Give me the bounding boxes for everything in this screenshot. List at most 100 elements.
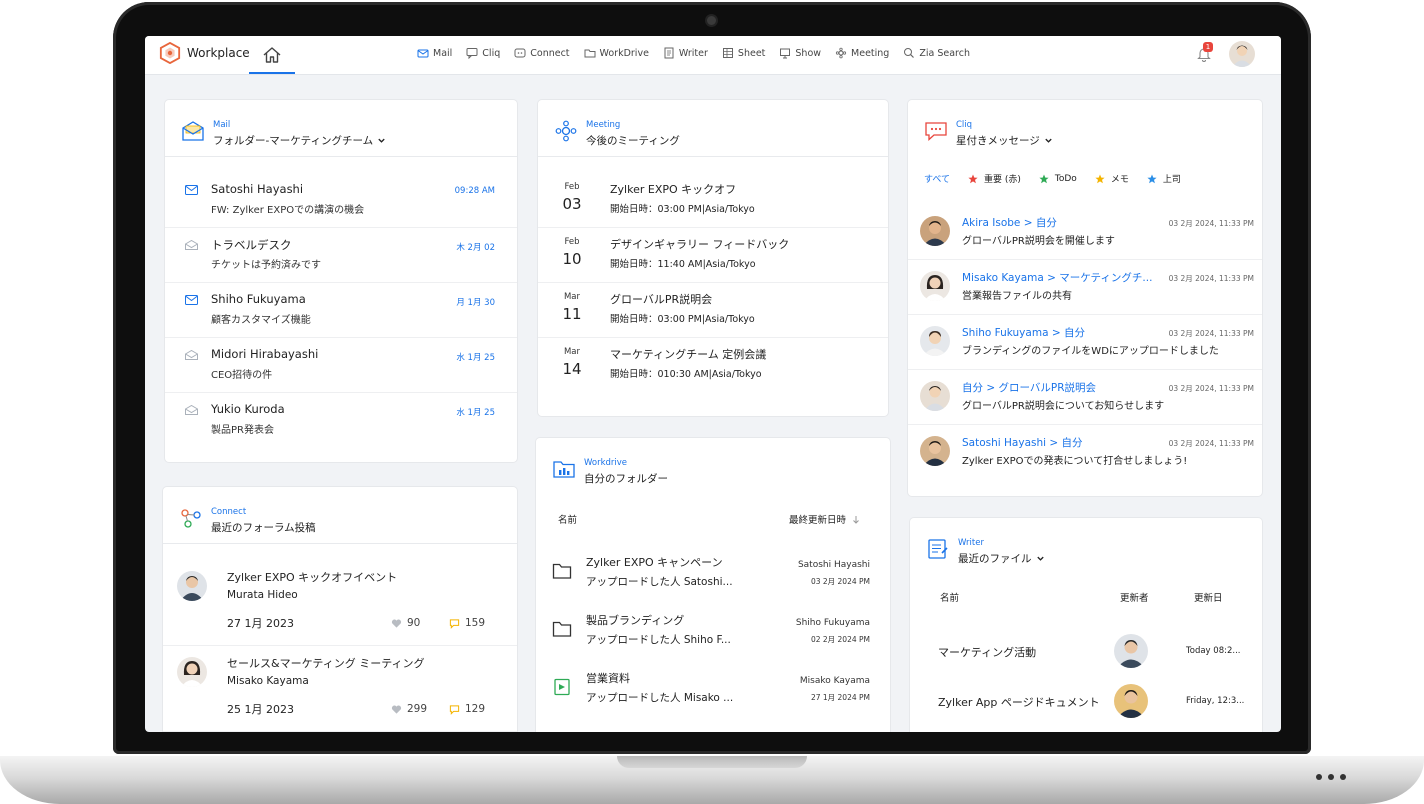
red-star-icon — [968, 174, 978, 183]
meeting-title: 今後のミーティング — [586, 135, 680, 147]
avatar — [1114, 634, 1148, 668]
comment-icon — [449, 704, 460, 715]
tab-important[interactable]: 重要 (赤) — [968, 172, 1021, 185]
avatar — [920, 436, 950, 466]
nav-show[interactable]: Show — [779, 47, 821, 59]
writer-icon — [664, 47, 674, 59]
meeting-item[interactable]: Mar 11 グローバルPR説明会 開始日時：03:00 PM|Asia/Tok… — [538, 282, 888, 338]
meeting-card: Meeting 今後のミーティング Feb 03 Zylker EXPO キック… — [538, 100, 888, 416]
meeting-day: 14 — [562, 360, 582, 378]
mail-item[interactable]: Midori Hirabayashi CEO招待の件 水 1月 25 — [165, 337, 517, 393]
brand[interactable]: Workplace — [159, 42, 250, 64]
avatar — [177, 571, 207, 601]
file-item[interactable]: Zylker EXPO キャンペーン アップロードした人 Satoshi... … — [536, 546, 890, 604]
heart-icon — [391, 705, 402, 714]
avatar — [1114, 684, 1148, 718]
message-from: Akira Isobe > 自分 — [962, 217, 1057, 229]
mail-time: 水 1月 25 — [456, 353, 495, 363]
mail-item[interactable]: Yukio Kuroda 製品PR発表会 水 1月 25 — [165, 392, 517, 447]
avatar — [920, 381, 950, 411]
tab-boss[interactable]: 上司 — [1147, 172, 1181, 185]
mail-item[interactable]: トラベルデスク チケットは予約済みです 木 2月 02 — [165, 227, 517, 283]
meeting-item[interactable]: Feb 03 Zylker EXPO キックオフ 開始日時：03:00 PM|A… — [538, 172, 888, 228]
tab-todo[interactable]: ToDo — [1039, 172, 1077, 185]
user-avatar[interactable] — [1229, 41, 1255, 67]
brand-name: Workplace — [187, 46, 250, 60]
green-star-icon — [1039, 174, 1049, 183]
avatar-icon — [1229, 41, 1255, 67]
file-item[interactable]: 営業資料 アップロードした人 Misako ... Misako Kayama … — [536, 662, 890, 720]
column-modified-header[interactable]: 最終更新日時 — [789, 512, 860, 526]
nav-meeting[interactable]: Meeting — [835, 47, 889, 59]
app-screen: Workplace Mail Cliq Connect WorkDrive Wr… — [145, 36, 1281, 732]
mail-card: Mail フォルダー-マーケティングチーム Satoshi Hayashi FW… — [165, 100, 517, 462]
meeting-day: 03 — [562, 195, 582, 213]
file-name: Zylker App ページドキュメント — [938, 696, 1100, 709]
comment-count[interactable]: 129 — [449, 703, 485, 715]
meeting-item[interactable]: Feb 10 デザインギャラリー フィードバック 開始日時：11:40 AM|A… — [538, 227, 888, 283]
comment-count[interactable]: 159 — [449, 617, 485, 629]
file-name: 営業資料 — [586, 672, 630, 685]
mail-folder-selector[interactable]: フォルダー-マーケティングチーム — [213, 133, 386, 148]
cliq-filter-selector[interactable]: 星付きメッセージ — [956, 133, 1053, 148]
chevron-down-icon — [378, 138, 385, 143]
meeting-item[interactable]: Mar 14 マーケティングチーム 定例会議 開始日時：010:30 AM|As… — [538, 337, 888, 392]
mail-item[interactable]: Shiho Fukuyama 顧客カスタマイズ機能 月 1月 30 — [165, 282, 517, 338]
starred-message[interactable]: Shiho Fukuyama > 自分 03 2月 2024, 11:33 PM… — [908, 314, 1262, 370]
mail-sender: Yukio Kuroda — [211, 402, 285, 416]
column-date-header[interactable]: 更新日 — [1194, 590, 1223, 604]
starred-message[interactable]: Misako Kayama > マーケティングチ... 03 2月 2024, … — [908, 259, 1262, 315]
writer-card-header: Writer 最近のファイル — [910, 518, 1262, 574]
starred-message[interactable]: Akira Isobe > 自分 03 2月 2024, 11:33 PM グロ… — [908, 204, 1262, 260]
mail-sender: Shiho Fukuyama — [211, 292, 306, 306]
writer-filter-selector[interactable]: 最近のファイル — [958, 551, 1045, 566]
file-item[interactable]: Zylker App ページドキュメント Friday, 12:3... — [910, 678, 1262, 728]
starred-message[interactable]: Satoshi Hayashi > 自分 03 2月 2024, 11:33 P… — [908, 424, 1262, 479]
column-name-header[interactable]: 名前 — [940, 590, 959, 604]
nav-show-label: Show — [795, 47, 822, 59]
home-button[interactable] — [249, 38, 295, 74]
column-name-header[interactable]: 名前 — [558, 512, 577, 526]
meeting-time: 開始日時：03:00 PM|Asia/Tokyo — [610, 314, 755, 325]
person-icon — [177, 657, 207, 687]
nav-connect[interactable]: Connect — [514, 47, 570, 59]
file-item[interactable]: マーケティング活動 Today 08:2... — [910, 628, 1262, 678]
meeting-name: デザインギャラリー フィードバック — [610, 238, 790, 251]
like-value: 90 — [407, 617, 421, 629]
file-owner: Satoshi Hayashi — [797, 560, 870, 570]
post-author: Murata Hideo — [227, 589, 298, 601]
nav-connect-label: Connect — [530, 47, 570, 59]
nav-mail[interactable]: Mail — [417, 47, 452, 59]
message-time: 03 2月 2024, 11:33 PM — [1168, 384, 1254, 393]
mail-icon — [417, 49, 429, 58]
cliq-title: 星付きメッセージ — [956, 135, 1040, 147]
starred-message[interactable]: 自分 > グローバルPR説明会 03 2月 2024, 11:33 PM グロー… — [908, 369, 1262, 425]
person-icon — [1114, 684, 1148, 718]
tab-all[interactable]: すべて — [924, 172, 950, 185]
laptop-notch — [617, 756, 807, 768]
writer-app-label: Writer — [958, 538, 984, 548]
workdrive-title: 自分のフォルダー — [584, 473, 668, 485]
star-filter-tabs: すべて 重要 (赤) ToDo メモ 上司 — [924, 172, 1181, 186]
nav-cliq-label: Cliq — [482, 47, 501, 59]
search-icon — [904, 48, 915, 58]
mail-item[interactable]: Satoshi Hayashi FW: Zylker EXPOでの講演の機会 0… — [165, 172, 517, 228]
folder-icon — [552, 563, 572, 579]
like-count[interactable]: 299 — [391, 703, 427, 715]
nav-sheet[interactable]: Sheet — [722, 47, 765, 59]
forum-post[interactable]: セールス&マーケティング ミーティング Misako Kayama 25 1月 … — [163, 645, 517, 732]
nav-zia-search[interactable]: Zia Search — [903, 47, 970, 59]
nav-workdrive[interactable]: WorkDrive — [584, 47, 649, 59]
like-count[interactable]: 90 — [391, 617, 420, 629]
column-updater-header[interactable]: 更新者 — [1120, 590, 1149, 604]
tab-memo[interactable]: メモ — [1095, 172, 1129, 185]
tab-todo-label: ToDo — [1054, 173, 1077, 184]
forum-post[interactable]: Zylker EXPO キックオフイベント Murata Hideo 27 1月… — [163, 559, 517, 646]
post-date: 25 1月 2023 — [227, 703, 294, 716]
nav-writer[interactable]: Writer — [663, 47, 708, 59]
message-from: Shiho Fukuyama > 自分 — [962, 327, 1085, 339]
unread-mail-icon — [185, 295, 198, 305]
file-item[interactable]: 製品ブランディング アップロードした人 Shiho F... Shiho Fuk… — [536, 604, 890, 662]
nav-cliq[interactable]: Cliq — [466, 47, 500, 59]
app-nav: Mail Cliq Connect WorkDrive Writer Sheet — [417, 47, 970, 59]
